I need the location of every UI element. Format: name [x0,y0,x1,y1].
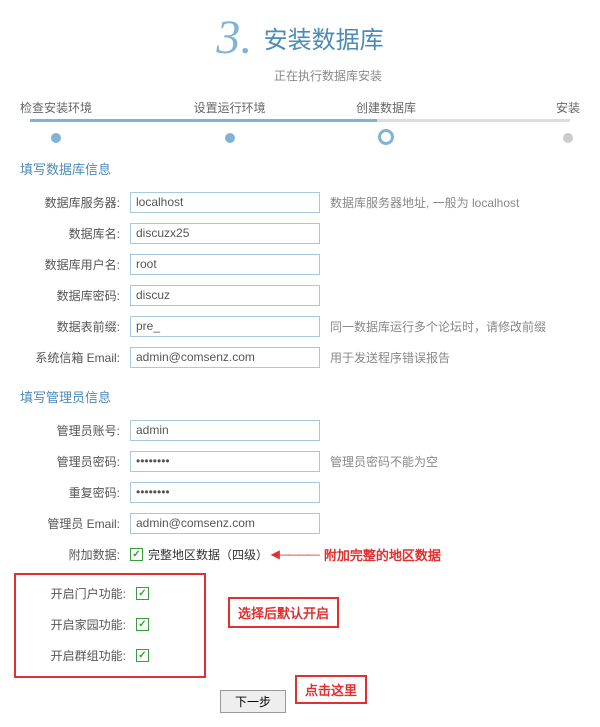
features-highlight-box: 开启门户功能: 开启家园功能: 开启群组功能: [14,573,206,678]
field-hint: 管理员密码不能为空 [330,453,580,470]
db-input-4[interactable] [130,316,320,337]
progress-step-4: 安装 [556,99,580,143]
feature-checkbox-2[interactable] [136,649,149,662]
field-label: 数据库用户名: [20,256,130,273]
extra-data-row: 附加数据: 完整地区数据（四级） ◀———— 附加完整的地区数据 [20,542,580,566]
field-label: 数据库名: [20,225,130,242]
admin-row: 管理员 Email: [20,511,580,535]
field-label: 数据表前缀: [20,318,130,335]
field-label: 管理员 Email: [20,515,130,532]
admin-input-0[interactable] [130,420,320,441]
feature-checkbox-0[interactable] [136,587,149,600]
field-label: 数据库服务器: [20,194,130,211]
extra-data-chk-label: 完整地区数据（四级） [148,546,268,563]
next-button[interactable]: 下一步 [220,690,286,713]
field-hint: 数据库服务器地址, 一般为 localhost [330,194,580,211]
db-row: 数据库服务器: 数据库服务器地址, 一般为 localhost [20,190,580,214]
submit-annotation: 点击这里 [295,675,367,704]
step-number: 3. [216,10,252,65]
header: 3. 安装数据库 正在执行数据库安装 [0,0,600,89]
db-row: 系统信箱 Email: 用于发送程序错误报告 [20,345,580,369]
field-hint: 同一数据库运行多个论坛时，请修改前缀 [330,318,580,335]
field-label: 数据库密码: [20,287,130,304]
admin-row: 重复密码: [20,480,580,504]
admin-section-heading: 填写管理员信息 [20,387,580,406]
field-label: 重复密码: [20,484,130,501]
progress-step-3: 创建数据库 [356,99,416,145]
feature-row: 开启门户功能: [20,581,200,605]
feature-row: 开启群组功能: [20,643,200,667]
admin-input-2[interactable] [130,482,320,503]
feature-row: 开启家园功能: [20,612,200,636]
extra-data-checkbox[interactable] [130,548,143,561]
admin-row: 管理员密码: 管理员密码不能为空 [20,449,580,473]
page-title: 安装数据库 [264,20,384,55]
extra-data-label: 附加数据: [20,546,130,563]
db-input-1[interactable] [130,223,320,244]
field-label: 管理员账号: [20,422,130,439]
feature-label: 开启群组功能: [20,647,136,664]
db-row: 数据库密码: [20,283,580,307]
progress-step-2: 设置运行环境 [194,99,266,143]
db-input-0[interactable] [130,192,320,213]
db-input-3[interactable] [130,285,320,306]
field-label: 系统信箱 Email: [20,349,130,366]
db-row: 数据库用户名: [20,252,580,276]
field-hint: 用于发送程序错误报告 [330,349,580,366]
admin-input-1[interactable] [130,451,320,472]
feature-label: 开启门户功能: [20,585,136,602]
admin-input-3[interactable] [130,513,320,534]
db-input-2[interactable] [130,254,320,275]
arrow-icon: ◀———— [268,547,318,561]
page-subtitle: 正在执行数据库安装 [56,67,600,84]
admin-row: 管理员账号: [20,418,580,442]
db-input-5[interactable] [130,347,320,368]
db-row: 数据表前缀: 同一数据库运行多个论坛时，请修改前缀 [20,314,580,338]
progress-bar: 检查安装环境 设置运行环境 创建数据库 安装 [20,99,580,139]
field-label: 管理员密码: [20,453,130,470]
feature-label: 开启家园功能: [20,616,136,633]
db-row: 数据库名: [20,221,580,245]
feature-checkbox-1[interactable] [136,618,149,631]
extra-annotation: 附加完整的地区数据 [324,545,441,564]
features-annotation: 选择后默认开启 [228,597,339,628]
db-section-heading: 填写数据库信息 [20,159,580,178]
progress-step-1: 检查安装环境 [20,99,92,143]
